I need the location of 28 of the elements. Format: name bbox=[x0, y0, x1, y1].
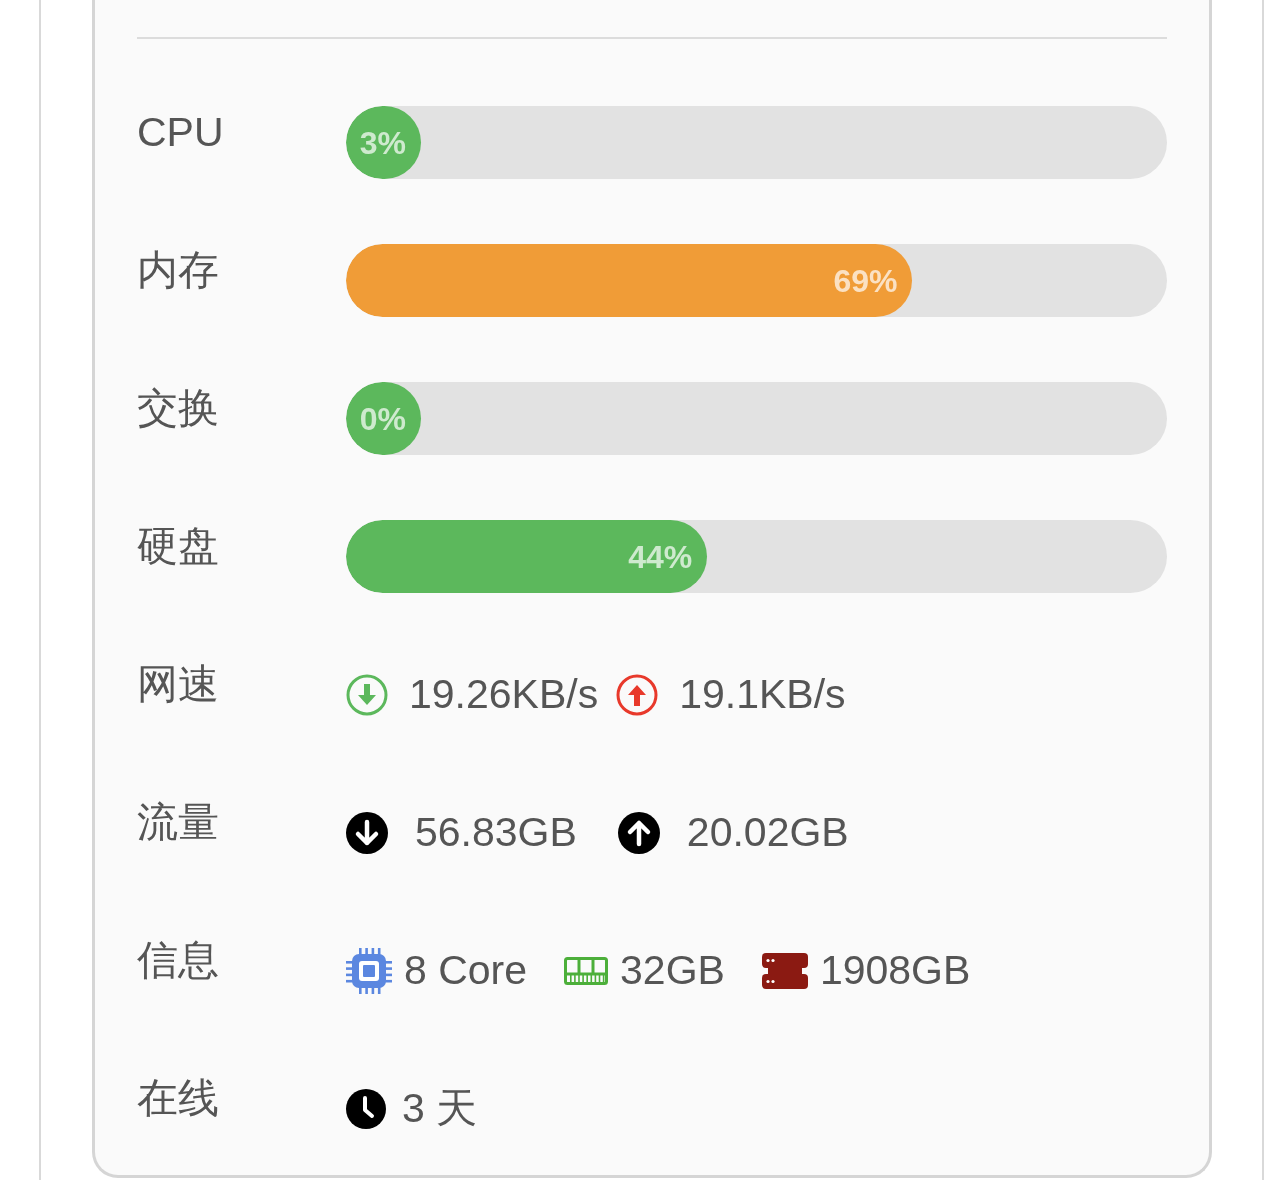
download-icon bbox=[346, 811, 388, 854]
stat-value: 20.02GB bbox=[686, 809, 849, 856]
server-icon bbox=[761, 952, 808, 989]
stat-label: 内存 bbox=[137, 247, 219, 294]
stat-value: 19.26KB/s bbox=[409, 671, 599, 718]
cpu-chip-icon bbox=[346, 947, 392, 994]
upload-icon bbox=[617, 811, 660, 854]
stat-label: 网速 bbox=[137, 661, 219, 708]
download-icon bbox=[346, 673, 388, 716]
ram-icon bbox=[564, 956, 609, 985]
stat-value: 8 Core bbox=[404, 947, 528, 994]
percent-text: 0% bbox=[359, 400, 406, 437]
stat-label: 交换 bbox=[137, 385, 219, 432]
stat-value: 3 天 bbox=[402, 1085, 478, 1132]
percent-text: 3% bbox=[359, 124, 406, 161]
stat-value: 56.83GB bbox=[415, 809, 577, 856]
stat-label: 硬盘 bbox=[137, 523, 219, 570]
stat-value: 19.1KB/s bbox=[679, 671, 846, 718]
upload-icon bbox=[616, 673, 659, 716]
clock-icon bbox=[346, 1088, 386, 1129]
stat-label: CPU bbox=[137, 109, 224, 156]
stat-value: 1908GB bbox=[819, 947, 971, 994]
stat-label: 在线 bbox=[137, 1075, 219, 1122]
percent-text: 44% bbox=[628, 538, 693, 575]
percent-text: 69% bbox=[833, 262, 898, 299]
stat-label: 流量 bbox=[137, 799, 219, 846]
stat-label: 信息 bbox=[137, 937, 219, 984]
stat-value: 32GB bbox=[620, 947, 725, 994]
